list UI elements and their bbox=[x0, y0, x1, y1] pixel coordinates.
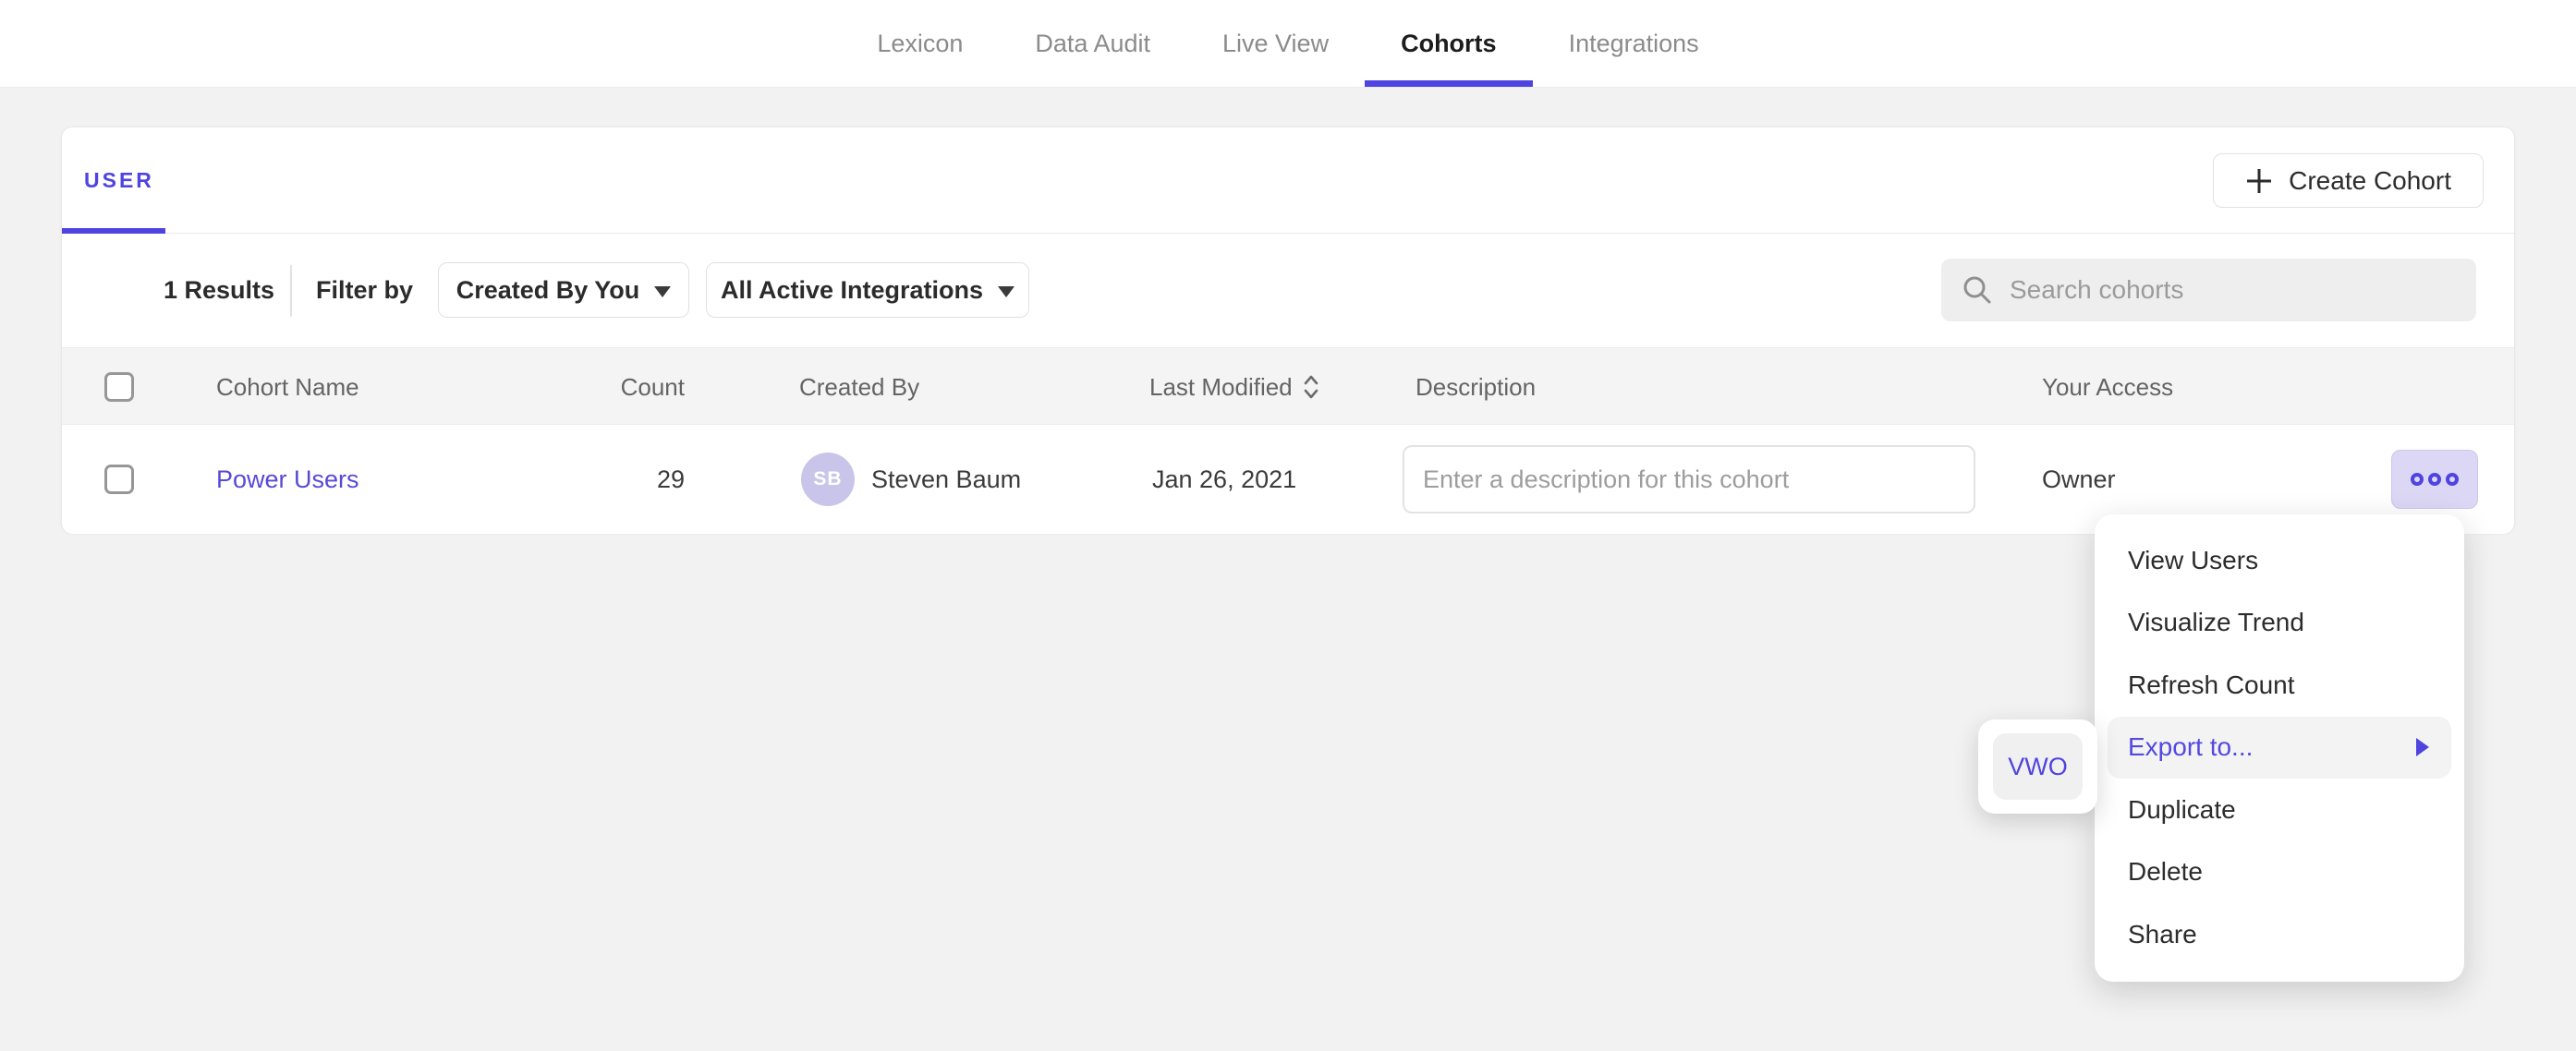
top-bar: Lexicon Data Audit Live View Cohorts Int… bbox=[0, 0, 2576, 88]
select-all-checkbox[interactable] bbox=[104, 372, 134, 402]
primary-nav: Lexicon Data Audit Live View Cohorts Int… bbox=[0, 0, 2576, 87]
last-modified-date: Jan 26, 2021 bbox=[1152, 464, 1296, 495]
tab-live-view[interactable]: Live View bbox=[1186, 0, 1365, 87]
divider bbox=[290, 265, 292, 317]
export-submenu: VWO bbox=[1978, 719, 2097, 814]
column-created-by: Created By bbox=[799, 372, 919, 402]
cohort-count: 29 bbox=[505, 464, 685, 495]
menu-item-export-to[interactable]: Export to... bbox=[2108, 717, 2451, 779]
tab-cohorts[interactable]: Cohorts bbox=[1365, 0, 1533, 87]
column-count: Count bbox=[505, 372, 685, 402]
search-input[interactable] bbox=[2010, 275, 2476, 305]
table-header: Cohort Name Count Created By Last Modifi… bbox=[62, 347, 2514, 425]
menu-item-delete[interactable]: Delete bbox=[2108, 841, 2451, 904]
column-last-modified[interactable]: Last Modified bbox=[1149, 372, 1320, 402]
plus-icon bbox=[2245, 167, 2273, 195]
tab-user[interactable]: USER bbox=[84, 127, 154, 233]
more-icon bbox=[2428, 473, 2441, 486]
menu-item-duplicate[interactable]: Duplicate bbox=[2108, 779, 2451, 841]
row-context-menu: View Users Visualize Trend Refresh Count… bbox=[2095, 514, 2464, 982]
integrations-dropdown[interactable]: All Active Integrations bbox=[706, 262, 1029, 318]
column-cohort-name: Cohort Name bbox=[216, 372, 359, 402]
more-icon bbox=[2411, 473, 2424, 486]
menu-item-refresh-count[interactable]: Refresh Count bbox=[2108, 654, 2451, 717]
avatar: SB bbox=[801, 453, 855, 506]
tab-data-audit[interactable]: Data Audit bbox=[999, 0, 1186, 87]
description-input[interactable] bbox=[1403, 445, 1975, 513]
create-cohort-button[interactable]: Create Cohort bbox=[2213, 153, 2484, 208]
column-description: Description bbox=[1416, 372, 1536, 402]
more-actions-button[interactable] bbox=[2391, 450, 2478, 509]
create-cohort-label: Create Cohort bbox=[2289, 166, 2451, 196]
cohorts-card: USER Create Cohort 1 Results Filter by C… bbox=[61, 127, 2515, 533]
created-by-dropdown-label: Created By You bbox=[456, 276, 640, 305]
active-tab-indicator bbox=[1365, 80, 1533, 87]
integrations-dropdown-label: All Active Integrations bbox=[721, 276, 983, 305]
chevron-down-icon bbox=[998, 286, 1015, 297]
menu-item-view-users[interactable]: View Users bbox=[2108, 529, 2451, 592]
row-checkbox[interactable] bbox=[104, 465, 134, 494]
filter-by-label: Filter by bbox=[316, 274, 413, 306]
column-your-access: Your Access bbox=[2042, 372, 2173, 402]
tab-cohorts-label: Cohorts bbox=[1401, 30, 1497, 58]
menu-item-visualize-trend[interactable]: Visualize Trend bbox=[2108, 592, 2451, 655]
more-icon bbox=[2446, 473, 2459, 486]
results-count: 1 Results bbox=[164, 274, 274, 306]
menu-item-share[interactable]: Share bbox=[2108, 903, 2451, 966]
menu-item-export-to-label: Export to... bbox=[2128, 732, 2253, 762]
search-icon bbox=[1962, 274, 1993, 306]
filter-row: 1 Results Filter by Created By You All A… bbox=[62, 234, 2514, 347]
created-by-dropdown[interactable]: Created By You bbox=[438, 262, 689, 318]
sort-icon[interactable] bbox=[1302, 373, 1320, 401]
submenu-item-vwo[interactable]: VWO bbox=[1993, 733, 2083, 800]
chevron-down-icon bbox=[654, 286, 671, 297]
column-last-modified-label: Last Modified bbox=[1149, 372, 1293, 402]
tab-lexicon[interactable]: Lexicon bbox=[841, 0, 999, 87]
created-by-name: Steven Baum bbox=[871, 464, 1021, 495]
cohort-name-link[interactable]: Power Users bbox=[216, 464, 359, 495]
submenu-arrow-icon bbox=[2416, 738, 2429, 756]
tab-integrations[interactable]: Integrations bbox=[1533, 0, 1735, 87]
access-value: Owner bbox=[2042, 464, 2116, 495]
card-header: USER Create Cohort bbox=[62, 127, 2514, 234]
search-box bbox=[1941, 259, 2476, 321]
avatar-initials: SB bbox=[813, 468, 842, 490]
